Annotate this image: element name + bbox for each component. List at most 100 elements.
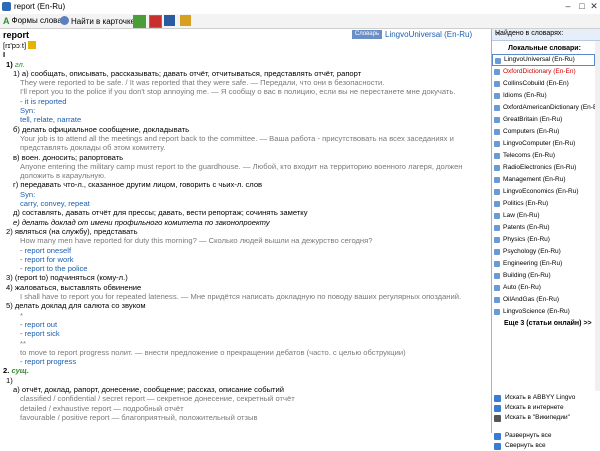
syn-label: Syn: [20, 189, 36, 199]
example-line: favourable / positive report — благоприя… [20, 412, 258, 422]
dictionary-icon [495, 58, 501, 64]
dictionary-list-item-label: GreatBritain (En-Ru) [503, 116, 563, 123]
more-online-link[interactable]: Еще 3 (статьи онлайн) >> [492, 318, 595, 329]
dictionary-list-item-label: OilAndGas (En-Ru) [503, 296, 559, 303]
title-bar: report (En-Ru) – □ ✕ [0, 0, 600, 15]
dictionary-list-item[interactable]: LingvoEconomics (En-Ru) [492, 186, 595, 198]
collapse-all-button[interactable]: Свернуть все [492, 441, 600, 451]
dictionary-button[interactable]: Словарь [352, 30, 382, 39]
panel-scrollbar[interactable] [595, 41, 600, 391]
entry-line: 5) делать доклад для салюта со звуком [6, 301, 146, 311]
example-line: to move to report progress полит. — внес… [20, 347, 406, 357]
synonyms-link[interactable]: tell, relate, narrate [3, 115, 487, 124]
sound-icon[interactable] [28, 41, 37, 49]
dictionary-icon [494, 237, 500, 243]
user-dictionary-icon[interactable] [180, 15, 191, 26]
example-line: I'll report you to the police if you don… [20, 87, 456, 97]
dictionary-list-item-label: Computers (En-Ru) [503, 128, 560, 135]
dictionary-list-item[interactable]: Building (En-Ru) [492, 270, 595, 282]
dictionary-name-link[interactable]: LingvoUniversal (En-Ru) [385, 30, 472, 39]
dictionary-list-item-label: Psychology (En-Ru) [503, 248, 561, 255]
example-line: Your job is to attend all the meetings a… [20, 133, 454, 143]
dictionary-list-item[interactable]: Politics (En-Ru) [492, 198, 595, 210]
word-forms-button[interactable]: A Формы слова [3, 16, 62, 26]
phrase-link[interactable]: - report to the police [3, 264, 487, 273]
phrase-link[interactable]: - report sick [3, 329, 487, 338]
chevron-right-icon: >> [583, 320, 592, 327]
dictionary-list-item-label: Management (En-Ru) [503, 176, 566, 183]
syn-label: Syn: [20, 106, 36, 116]
entry-line: 1) [6, 375, 13, 385]
entry-line: I [3, 50, 6, 60]
phrase-link[interactable]: - report progress [3, 357, 487, 366]
dictionary-list-item[interactable]: OilAndGas (En-Ru) [492, 294, 595, 306]
dictionary-list-item[interactable]: OxfordDictionary (En-En) [492, 66, 595, 78]
example-line: доложить в караульную. [20, 171, 107, 181]
example-line: detailed / exhaustive report — подробный… [20, 403, 184, 413]
found-in-dictionaries-panel: Найдено в словарях: ✕ Локальные словари:… [491, 29, 600, 450]
dictionary-list-item[interactable]: Law (En-Ru) [492, 210, 595, 222]
dictionary-list-item-label: Physics (En-Ru) [503, 236, 550, 243]
dictionary-list-item[interactable]: Computers (En-Ru) [492, 126, 595, 138]
phrase-link[interactable]: - report out [3, 320, 487, 329]
entry-line: в) воен. доносить; рапортовать [13, 152, 124, 162]
dictionary-icon [494, 285, 500, 291]
dictionary-list-item[interactable]: Management (En-Ru) [492, 174, 595, 186]
maximize-button[interactable]: □ [576, 1, 588, 12]
app-icon [2, 2, 11, 11]
dictionary-list-item[interactable]: LingvoUniversal (En-Ru) [492, 54, 595, 66]
dictionary-list-item-label: Law (En-Ru) [503, 212, 540, 219]
phrase-link[interactable]: - report for work [3, 255, 487, 264]
toolbar: A Формы слова Найти в карточке [0, 14, 600, 29]
separator-line: * [20, 310, 23, 320]
search-internet-label: Искать в интернете [505, 404, 564, 411]
panel-close-icon[interactable]: ✕ [495, 30, 598, 38]
dictionary-list-item[interactable]: Physics (En-Ru) [492, 234, 595, 246]
entry-line: 2) являться (на службу), представать [6, 226, 138, 236]
dictionary-list-item[interactable]: Idioms (En-Ru) [492, 90, 595, 102]
dictionary-list-item[interactable]: Psychology (En-Ru) [492, 246, 595, 258]
search-internet-link[interactable]: Искать в интернете [492, 403, 600, 413]
dictionary-list-item[interactable]: Telecoms (En-Ru) [492, 150, 595, 162]
article-card: report Словарь LingvoUniversal (En-Ru) [… [0, 29, 490, 433]
dictionary-icon [494, 249, 500, 255]
find-in-card-label: Найти в карточке [71, 17, 135, 26]
dictionary-list-item[interactable]: RadioElectronics (En-Ru) [492, 162, 595, 174]
book-icon[interactable] [149, 15, 162, 28]
phrase-link[interactable]: - report oneself [3, 246, 487, 255]
example-line: classified / confidential / secret repor… [20, 394, 295, 404]
dictionary-icon [494, 141, 500, 147]
dictionary-icon [494, 69, 500, 75]
dictionary-list-item-label: LingvoScience (En-Ru) [503, 308, 570, 315]
example-line: I shall have to report you for repeated … [20, 292, 462, 302]
dictionary-icon [494, 93, 500, 99]
dictionary-list-item-label: OxfordDictionary (En-En) [503, 68, 576, 75]
separator-line: ** [20, 338, 26, 348]
phrase-link[interactable]: - it is reported [3, 97, 487, 106]
dictionary-list-item[interactable]: Auto (En-Ru) [492, 282, 595, 294]
dictionary-list-item[interactable]: Engineering (En-Ru) [492, 258, 595, 270]
entry-line: 1) гл. [6, 59, 25, 69]
dictionary-list-item[interactable]: LingvoScience (En-Ru) [492, 306, 595, 318]
find-in-card-button[interactable]: Найти в карточке [60, 16, 135, 26]
search-lingvo-label: Искать в ABBYY Lingvo [505, 394, 576, 401]
dictionary-list-item[interactable]: GreatBritain (En-Ru) [492, 114, 595, 126]
dictionary-list-item[interactable]: Patents (En-Ru) [492, 222, 595, 234]
synonyms-link[interactable]: carry, convey, repeat [3, 199, 487, 208]
search-lingvo-link[interactable]: Искать в ABBYY Lingvo [492, 393, 600, 403]
dictionary-list-item[interactable]: OxfordAmericanDictionary (En-En) [492, 102, 595, 114]
dictionary-list-item-label: Building (En-Ru) [503, 272, 551, 279]
example-line: представлять доклады об этом комитету. [20, 143, 166, 153]
dictionary-list-item[interactable]: CollinsCobuild (En-En) [492, 78, 595, 90]
dictionary-list-item-label: Politics (En-Ru) [503, 200, 549, 207]
close-button[interactable]: ✕ [588, 1, 600, 12]
dictionary-list-item[interactable]: LingvoComputer (En-Ru) [492, 138, 595, 150]
search-wikipedia-link[interactable]: Искать в "Википедии" [492, 413, 600, 423]
dictionary-icon [494, 201, 500, 207]
card-view-icon[interactable] [133, 15, 146, 28]
minimize-button[interactable]: – [562, 1, 574, 12]
graduation-cap-icon[interactable] [164, 15, 175, 26]
local-dictionaries-title: Локальные словари: [508, 45, 581, 52]
headword: report [3, 30, 30, 40]
dictionary-list: Локальные словари: LingvoUniversal (En-R… [492, 43, 595, 329]
